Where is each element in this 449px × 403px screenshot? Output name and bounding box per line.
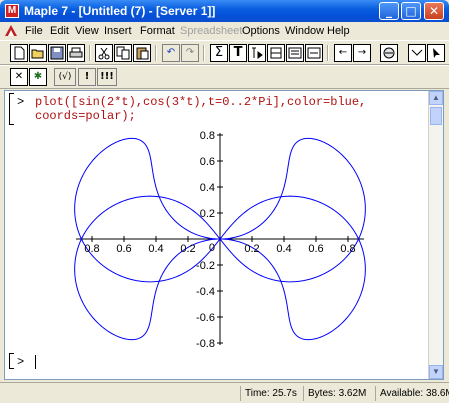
- x-tick-label: 0.8: [340, 243, 355, 255]
- menu-edit[interactable]: Edit: [50, 25, 69, 37]
- menu-window[interactable]: Window: [285, 25, 324, 37]
- document-menu-icon[interactable]: [4, 24, 18, 38]
- toolbar-separator: [155, 45, 157, 61]
- execute-selection-icon[interactable]: !: [78, 68, 96, 86]
- cut-icon[interactable]: [95, 44, 113, 62]
- origin-label: 0: [209, 242, 215, 254]
- input-line-1[interactable]: plot([sin(2*t),cos(3*t),t=0..2*Pi],color…: [35, 95, 366, 109]
- x-tick-label: 0.6: [116, 243, 131, 255]
- x-tick-label: 0.4: [276, 243, 291, 255]
- status-bar: Time: 25.7s Bytes: 3.62M Available: 38.6…: [0, 382, 449, 403]
- save-icon[interactable]: [48, 44, 66, 62]
- scroll-thumb[interactable]: [430, 107, 442, 125]
- x-tick-label: 0.8: [84, 243, 99, 255]
- menu-format[interactable]: Format: [140, 25, 175, 37]
- x-tick-label: 0.2: [180, 243, 195, 255]
- scroll-down-icon[interactable]: ▼: [429, 365, 443, 379]
- insert-section-icon[interactable]: [286, 44, 304, 62]
- minimize-button[interactable]: _: [379, 2, 399, 20]
- menu-insert[interactable]: Insert: [104, 25, 132, 37]
- print-icon[interactable]: [67, 44, 85, 62]
- back-icon[interactable]: ←: [334, 44, 352, 62]
- sqrt-icon[interactable]: (√): [54, 68, 76, 86]
- paste-icon[interactable]: [133, 44, 151, 62]
- zoom-icon[interactable]: [408, 44, 426, 62]
- text-caret: [35, 355, 36, 369]
- window-title: Maple 7 - [Untitled (7) - [Server 1]]: [24, 4, 216, 18]
- menu-bar: File Edit View Insert Format Spreadsheet…: [0, 22, 449, 40]
- restart-icon[interactable]: [267, 44, 285, 62]
- forward-icon[interactable]: →: [353, 44, 371, 62]
- scroll-up-icon[interactable]: ▲: [429, 91, 443, 105]
- next-group-bracket[interactable]: [9, 353, 14, 369]
- y-tick-label: -0.8: [196, 338, 215, 350]
- new-icon[interactable]: [10, 44, 28, 62]
- sigma-icon[interactable]: Σ: [210, 44, 228, 62]
- polar-plot[interactable]: 0.8 0.6 0.4 0.2 0.2 0.4 0.6 0.80.80.60.40.2-0.2…: [65, 131, 375, 351]
- menu-file[interactable]: File: [25, 25, 43, 37]
- y-tick-label: -0.4: [196, 286, 215, 298]
- execute-all-icon[interactable]: !!!: [97, 68, 117, 86]
- cancel-icon[interactable]: ✕: [10, 68, 28, 86]
- y-tick-label: 0.6: [200, 156, 215, 168]
- menu-spreadsheet[interactable]: Spreadsheet: [180, 25, 242, 37]
- x-tick-label: 0.6: [308, 243, 323, 255]
- next-prompt: >: [17, 355, 25, 369]
- maple-app-icon[interactable]: M: [5, 4, 19, 18]
- vertical-scrollbar[interactable]: ▲ ▼: [428, 91, 443, 379]
- input-line-2[interactable]: coords=polar);: [35, 109, 136, 123]
- status-bytes: Bytes: 3.62M: [303, 386, 366, 401]
- context-toolbar: ✕ ✱ (√) ! !!!: [0, 65, 449, 89]
- execution-group-bracket[interactable]: [9, 93, 14, 125]
- toolbar-separator: [327, 45, 329, 61]
- toolbar-separator: [203, 45, 205, 61]
- toolbar-separator: [89, 45, 91, 61]
- status-time: Time: 25.7s: [240, 386, 297, 401]
- menu-help[interactable]: Help: [327, 25, 350, 37]
- x-tick-label: 0.2: [244, 243, 259, 255]
- copy-icon[interactable]: [114, 44, 132, 62]
- menu-view[interactable]: View: [75, 25, 99, 37]
- y-tick-label: 0.8: [200, 131, 215, 142]
- title-bar[interactable]: M Maple 7 - [Untitled (7) - [Server 1]] …: [0, 0, 449, 22]
- star-icon[interactable]: ✱: [29, 68, 47, 86]
- close-button[interactable]: ✕: [424, 2, 444, 20]
- y-tick-label: -0.6: [196, 312, 215, 324]
- y-tick-label: 0.2: [200, 208, 215, 220]
- status-available: Available: 38.6M: [375, 386, 449, 401]
- execute-icon[interactable]: [248, 44, 266, 62]
- y-tick-label: 0.4: [200, 182, 215, 194]
- remove-section-icon[interactable]: [305, 44, 323, 62]
- worksheet[interactable]: > plot([sin(2*t),cos(3*t),t=0..2*Pi],col…: [4, 90, 444, 380]
- y-tick-label: -0.2: [196, 260, 215, 272]
- undo-icon[interactable]: ↶: [162, 44, 180, 62]
- open-icon[interactable]: [29, 44, 47, 62]
- text-icon[interactable]: T: [229, 44, 247, 62]
- menu-options[interactable]: Options: [242, 25, 280, 37]
- stop-icon[interactable]: [380, 44, 398, 62]
- input-prompt: >: [17, 95, 25, 109]
- x-tick-label: 0.4: [148, 243, 163, 255]
- main-toolbar: ↶ ↷ Σ T ← →: [0, 40, 449, 65]
- maximize-button[interactable]: □: [401, 2, 421, 20]
- pointer-icon[interactable]: [427, 44, 445, 62]
- redo-icon[interactable]: ↷: [181, 44, 199, 62]
